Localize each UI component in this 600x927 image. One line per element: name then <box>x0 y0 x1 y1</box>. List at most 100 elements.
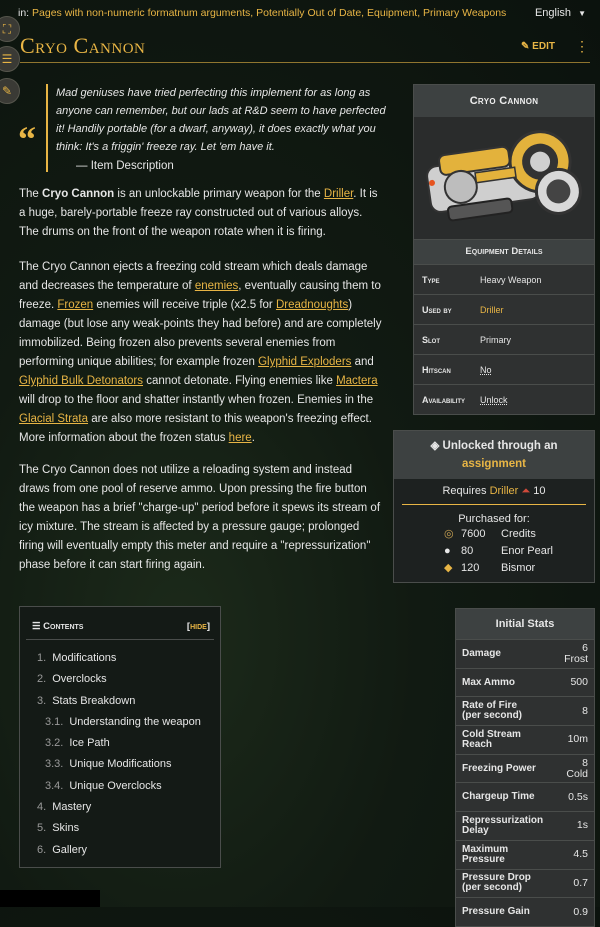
credits-icon: ◎ <box>444 528 454 540</box>
hide-label: hide <box>190 621 207 632</box>
ammo-paragraph: The Cryo Cannon does not utilize a reloa… <box>19 464 381 571</box>
row-value: Heavy Weapon <box>480 274 542 285</box>
page-title: Cryo Cannon <box>20 33 146 58</box>
toc-label: Understanding the weapon <box>69 715 201 728</box>
stat-label: Repressurization Delay <box>462 815 577 836</box>
chevron-down-icon: ▼ <box>578 9 586 18</box>
stat-label: Maximum Pressure <box>462 844 573 865</box>
unlock-requirement: Requires Driller ⏶ 10 <box>402 479 586 505</box>
weapon-name: Cryo Cannon <box>42 188 115 200</box>
toc-item[interactable]: 3.3. Unique Modifications <box>20 754 220 775</box>
toc-item[interactable]: 3.4. Unique Overclocks <box>20 776 220 797</box>
mactera-link[interactable]: Mactera <box>336 375 378 387</box>
stat-value: 500 <box>570 676 588 689</box>
bottom-overlay <box>0 890 100 907</box>
glyphid-exploders-link[interactable]: Glyphid Exploders <box>258 356 351 368</box>
driller-link[interactable]: Driller <box>480 305 594 315</box>
toc-item[interactable]: 5. Skins <box>20 818 220 839</box>
stat-value: 0.7 <box>573 876 588 889</box>
cost-row: ● 80 Enor Pearl <box>444 544 594 559</box>
stat-value: 6 Frost <box>564 642 588 665</box>
stat-label: Max Ammo <box>462 676 515 688</box>
stat-value: 10m <box>567 733 588 746</box>
toc-item[interactable]: 3.2. Ice Path <box>20 733 220 754</box>
edit-pencil-icon[interactable]: ✎ <box>0 78 20 104</box>
diamond-icon: ◈ <box>430 440 440 452</box>
glacial-strata-link[interactable]: Glacial Strata <box>19 413 88 425</box>
stat-value: 4.5 <box>573 848 588 861</box>
toc-label: Modifications <box>52 652 117 664</box>
unlock-text: Unlocked through an <box>442 440 558 452</box>
cryo-cannon-image <box>426 130 582 222</box>
toc-list: 1. Modifications 2. Overclocks 3. Stats Bre… <box>20 648 220 861</box>
pencil-icon: ✎ <box>521 41 530 52</box>
toc-header: ☰ Contents [hide] <box>26 613 214 640</box>
frozen-link[interactable]: Frozen <box>57 299 93 311</box>
language-selector[interactable]: English ▼ <box>535 7 586 19</box>
row-key: Hitscan <box>422 364 451 375</box>
toc-item[interactable]: 3. Stats Breakdown <box>20 691 220 712</box>
weapon-image <box>414 117 594 239</box>
edit-button[interactable]: ✎ EDIT <box>521 41 555 52</box>
row-value: Unlock <box>480 394 508 405</box>
cost-amount: 80 <box>461 545 474 557</box>
toc-item[interactable]: 2. Overclocks <box>20 669 220 690</box>
infobox-row-used-by: Used by Driller <box>414 294 594 324</box>
driller-link[interactable]: Driller <box>324 188 353 200</box>
categories-links[interactable]: Pages with non-numeric formatnum argumen… <box>32 7 506 19</box>
item-description-quote: Mad geniuses have tried perfecting this … <box>46 84 396 172</box>
stat-value: 8 Cold <box>566 757 588 780</box>
expand-icon[interactable]: ⛶ <box>0 16 20 42</box>
stat-value: 0.5s <box>568 790 588 803</box>
freezing-paragraph: The Cryo Cannon ejects a freezing cold s… <box>19 258 384 448</box>
stat-row-rate-of-fire: Rate of Fire (per second) 8 <box>456 696 594 725</box>
intro-paragraph: The Cryo Cannon is an unlockable primary… <box>19 185 384 242</box>
text: The <box>19 188 43 200</box>
list-icon: ☰ <box>32 621 41 632</box>
dreadnoughts-link[interactable]: Dreadnoughts <box>276 299 348 311</box>
initial-stats-box: Initial Stats Damage 6 Frost Max Ammo 500 R… <box>455 608 595 927</box>
text: cannot detonate. Flying enemies like <box>143 375 337 387</box>
toc-list-icon[interactable]: ☰ <box>0 46 20 72</box>
cost-row: ◎ 7600 Credits <box>444 527 594 542</box>
toc-number: 3.1. <box>45 715 64 728</box>
edit-label: EDIT <box>532 41 555 52</box>
table-of-contents: ☰ Contents [hide] 1. Modifications 2. Over… <box>19 606 221 868</box>
requires-label: Requires <box>442 485 487 497</box>
required-level: 10 <box>533 485 546 497</box>
stat-row-cold-stream-reach: Cold Stream Reach 10m <box>456 725 594 754</box>
infobox-row-hitscan: Hitscan No <box>414 354 594 384</box>
unlock-header: ◈ Unlocked through an assignment <box>394 431 594 479</box>
enor-pearl-icon: ● <box>444 545 451 557</box>
glyphid-bulk-detonators-link[interactable]: Glyphid Bulk Detonators <box>19 375 143 387</box>
stat-value: 8 <box>582 704 588 717</box>
stat-row-damage: Damage 6 Frost <box>456 639 594 668</box>
toc-number: 3. <box>37 694 47 707</box>
driller-link[interactable]: Driller <box>490 485 519 497</box>
toc-label: Stats Breakdown <box>52 694 136 707</box>
cost-name: Enor Pearl <box>501 545 553 557</box>
toc-item[interactable]: 4. Mastery <box>20 797 220 818</box>
assignment-link[interactable]: assignment <box>462 458 526 470</box>
toc-title: ☰ Contents <box>32 621 83 632</box>
toc-hide-toggle[interactable]: [hide] <box>187 621 210 632</box>
toc-item[interactable]: 1. Modifications <box>20 648 220 669</box>
unlock-box: ◈ Unlocked through an assignment Require… <box>393 430 595 583</box>
toc-item[interactable]: 6. Gallery <box>20 840 220 861</box>
toc-item[interactable]: 3.1. Understanding the weapon <box>20 712 220 733</box>
stat-label: Chargeup Time <box>462 791 535 803</box>
toc-number: 1. <box>37 652 47 664</box>
stat-unit: Frost <box>564 652 588 665</box>
stat-label: Damage <box>462 647 501 659</box>
toc-label: Skins <box>52 822 80 835</box>
categories-label: in: <box>18 7 30 19</box>
toc-number: 4. <box>37 801 47 814</box>
stat-label: Cold Stream Reach <box>462 729 568 750</box>
more-options-icon[interactable]: ⋮ <box>575 38 589 55</box>
toc-label: Overclocks <box>52 673 107 686</box>
infobox-row-availability: Availability Unlock <box>414 384 594 414</box>
toc-number: 3.4. <box>45 779 64 792</box>
text: and <box>351 356 374 368</box>
enemies-link[interactable]: enemies <box>195 280 238 292</box>
here-link[interactable]: here <box>229 432 252 444</box>
